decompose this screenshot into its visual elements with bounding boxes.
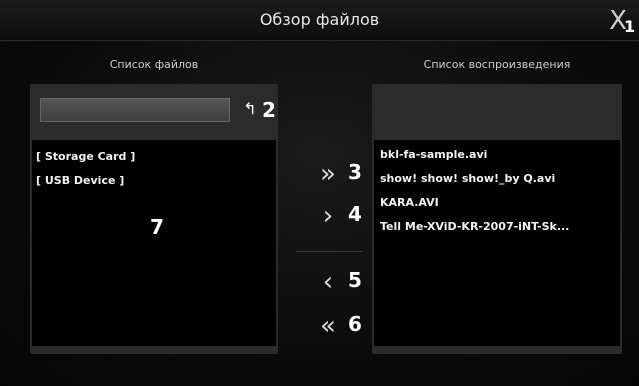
callout-up: 2 (262, 98, 276, 122)
button-separator (296, 251, 362, 252)
playlist-item[interactable]: bkl-fa-sample.avi (380, 148, 487, 161)
title-bar: Обзор файлов X 1 (0, 0, 639, 41)
add-one-button[interactable]: › (310, 202, 346, 230)
file-list-panel: ↰ 2 [ Storage Card ] [ USB Device ] 7 (30, 84, 278, 354)
callout-remove-one: 5 (348, 268, 362, 292)
callout-add-one: 4 (348, 202, 362, 226)
list-item-usb-device[interactable]: [ USB Device ] (36, 174, 124, 187)
callout-remove-all: 6 (348, 312, 362, 336)
callout-close: 1 (624, 17, 636, 36)
playlist-panel: bkl-fa-sample.avi show! show! show!_by Q… (372, 84, 622, 354)
window-title: Обзор файлов (259, 10, 380, 29)
playlist[interactable]: bkl-fa-sample.avi show! show! show!_by Q… (374, 140, 620, 346)
file-list-label: Список файлов (109, 58, 199, 71)
file-list[interactable]: [ Storage Card ] [ USB Device ] 7 (32, 140, 276, 346)
file-browser-screen: Обзор файлов X 1 Список файлов Список во… (0, 0, 639, 386)
playlist-item[interactable]: Tell Me-XViD-KR-2007-iNT-Sk... (380, 220, 569, 233)
list-item-storage-card[interactable]: [ Storage Card ] (36, 150, 135, 163)
playlist-item[interactable]: KARA.AVI (380, 196, 439, 209)
add-all-button[interactable]: » (310, 160, 346, 188)
playlist-item[interactable]: show! show! show!_by Q.avi (380, 172, 555, 185)
remove-one-button[interactable]: ‹ (310, 268, 346, 296)
remove-all-button[interactable]: « (310, 312, 346, 340)
callout-file-list: 7 (150, 215, 164, 239)
path-field (40, 98, 230, 122)
callout-add-all: 3 (348, 160, 362, 184)
folder-up-icon[interactable]: ↰ (242, 98, 258, 120)
playlist-label: Список воспроизведения (423, 58, 571, 71)
